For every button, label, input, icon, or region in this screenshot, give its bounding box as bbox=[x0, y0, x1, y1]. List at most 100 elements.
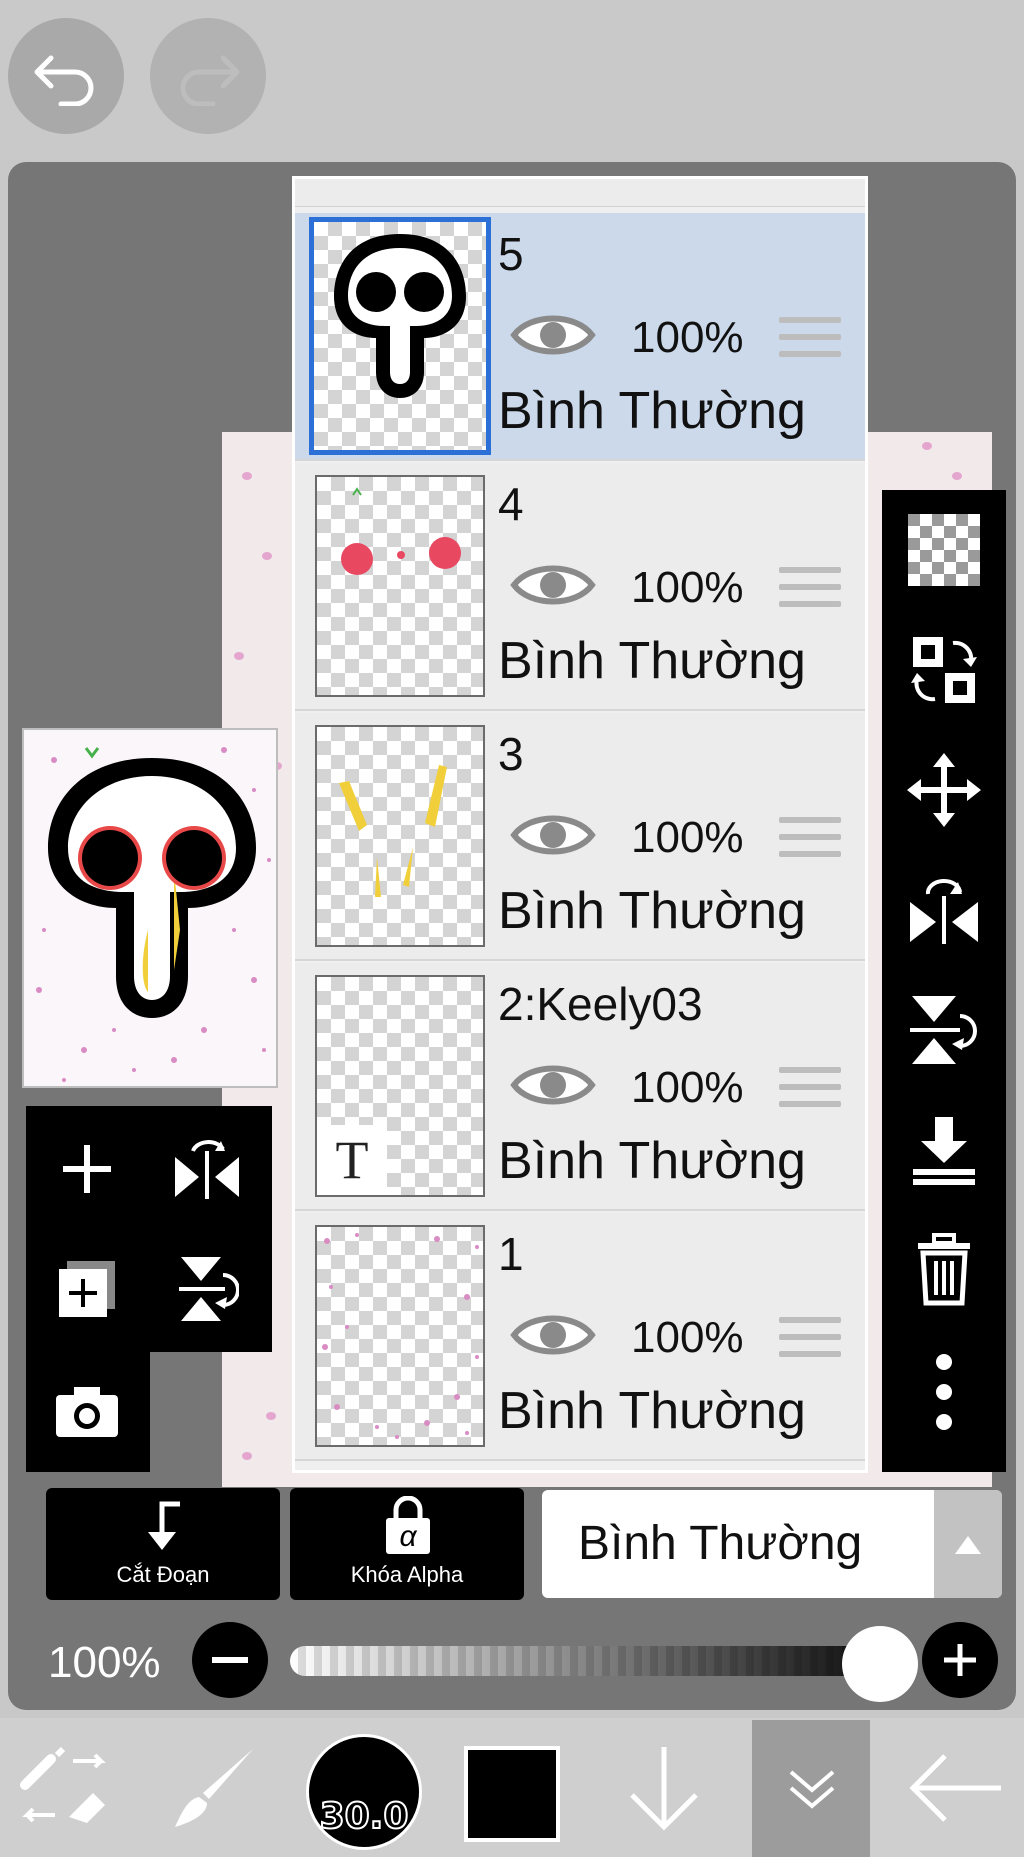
visibility-eye-icon[interactable] bbox=[510, 307, 596, 363]
transparency-checker-icon bbox=[908, 514, 980, 586]
flip-horizontal-icon bbox=[910, 879, 978, 944]
layer-down-button[interactable] bbox=[614, 1726, 714, 1850]
layer-thumbnail[interactable] bbox=[315, 1225, 485, 1447]
layer-thumbnail[interactable] bbox=[315, 725, 485, 947]
alpha-glyph: α bbox=[399, 1520, 417, 1553]
layer-opacity: 100% bbox=[631, 563, 744, 612]
minus-icon bbox=[212, 1657, 248, 1663]
flip-layer-horizontal-button[interactable] bbox=[152, 1114, 262, 1224]
layer-blend-mode: Bình Thường bbox=[498, 882, 806, 940]
layer-opacity: 100% bbox=[631, 313, 744, 362]
layer-list-peek bbox=[295, 179, 865, 207]
blend-mode-value: Bình Thường bbox=[578, 1517, 863, 1570]
opacity-slider-knob[interactable] bbox=[842, 1626, 918, 1702]
left-toolbar bbox=[26, 1106, 272, 1472]
tool-swap-button[interactable] bbox=[14, 1726, 114, 1850]
blend-mode-select[interactable]: Bình Thường bbox=[542, 1490, 1002, 1598]
flip-layer-vertical-button[interactable] bbox=[152, 1234, 262, 1344]
preview-drawing bbox=[36, 747, 271, 1082]
flip-horizontal-button[interactable] bbox=[894, 860, 994, 960]
layer-name: 2:Keely03 bbox=[498, 978, 703, 1030]
opacity-decrease-button[interactable] bbox=[192, 1622, 268, 1698]
canvas-preview[interactable] bbox=[22, 728, 278, 1088]
camera-button[interactable] bbox=[32, 1356, 142, 1466]
brush-icon bbox=[175, 1749, 253, 1827]
collapse-panel-button[interactable] bbox=[762, 1726, 862, 1850]
layer-name: 1 bbox=[498, 1228, 524, 1280]
layer-blend-mode: Bình Thường bbox=[498, 632, 806, 690]
undo-button[interactable] bbox=[8, 18, 124, 134]
layer-opacity: 100% bbox=[631, 813, 744, 862]
layer-opacity: 100% bbox=[631, 1313, 744, 1362]
color-swatch[interactable] bbox=[464, 1746, 560, 1842]
plus-icon bbox=[944, 1644, 976, 1676]
chevrons-down-icon bbox=[789, 1770, 835, 1809]
brush-tool-button[interactable] bbox=[164, 1726, 264, 1850]
drag-handle-icon[interactable] bbox=[779, 1067, 841, 1113]
camera-icon bbox=[56, 1387, 118, 1437]
layer-blend-mode: Bình Thường bbox=[498, 382, 806, 440]
redo-icon bbox=[180, 55, 240, 106]
dropdown-arrow-icon[interactable] bbox=[934, 1490, 1002, 1598]
brush-size-value: 30.0 bbox=[319, 1795, 410, 1838]
move-icon bbox=[907, 753, 981, 827]
layer-blend-mode: Bình Thường bbox=[498, 1132, 806, 1190]
layer-row[interactable]: 1 100% Bình Thường bbox=[295, 1213, 865, 1461]
merge-down-icon bbox=[913, 1117, 975, 1185]
clipping-button[interactable]: Cắt Đoạn bbox=[46, 1488, 280, 1600]
clipping-label: Cắt Đoạn bbox=[116, 1562, 210, 1587]
eraser-swap-icon bbox=[20, 1746, 106, 1823]
layer-row[interactable]: 4 100% Bình Thường bbox=[295, 463, 865, 711]
layer-name: 4 bbox=[498, 478, 524, 530]
swap-layer-icon bbox=[911, 637, 977, 703]
merge-down-button[interactable] bbox=[894, 1100, 994, 1200]
flip-vertical-icon bbox=[179, 1257, 239, 1321]
layer-name: 5 bbox=[498, 228, 524, 280]
layer-row[interactable]: T 2:Keely03 100% Bình Thường bbox=[295, 963, 865, 1211]
back-arrow-icon bbox=[909, 1754, 1001, 1822]
flip-vertical-icon bbox=[910, 996, 977, 1064]
right-toolbar bbox=[882, 490, 1006, 1472]
add-layer-copy-icon bbox=[59, 1261, 115, 1317]
brush-size-indicator[interactable]: 30.0 bbox=[306, 1734, 422, 1850]
clipping-arrow-icon bbox=[148, 1501, 180, 1550]
layer-row[interactable]: 5 100% Bình Thường bbox=[295, 213, 865, 461]
drag-handle-icon[interactable] bbox=[779, 1317, 841, 1363]
visibility-eye-icon[interactable] bbox=[510, 807, 596, 863]
layer-thumbnail[interactable] bbox=[309, 217, 491, 455]
layer-row[interactable]: 3 100% Bình Thường bbox=[295, 713, 865, 961]
layer-blend-mode: Bình Thường bbox=[498, 1382, 806, 1440]
flip-vertical-button[interactable] bbox=[894, 980, 994, 1080]
trash-icon bbox=[918, 1233, 970, 1306]
opacity-increase-button[interactable] bbox=[922, 1622, 998, 1698]
add-layer-button[interactable] bbox=[32, 1114, 142, 1224]
text-layer-icon: T bbox=[317, 1125, 387, 1195]
layer-name: 3 bbox=[498, 728, 524, 780]
delete-layer-button[interactable] bbox=[894, 1220, 994, 1320]
drag-handle-icon[interactable] bbox=[779, 317, 841, 363]
opacity-slider[interactable] bbox=[290, 1646, 910, 1676]
swap-layer-button[interactable] bbox=[894, 620, 994, 720]
layer-thumbnail[interactable]: T bbox=[315, 975, 485, 1197]
visibility-eye-icon[interactable] bbox=[510, 1057, 596, 1113]
back-button[interactable] bbox=[900, 1726, 1010, 1850]
drag-handle-icon[interactable] bbox=[779, 567, 841, 613]
add-layer-icon bbox=[63, 1145, 111, 1193]
alpha-lock-label: Khóa Alpha bbox=[350, 1562, 464, 1587]
layer-thumbnail[interactable] bbox=[315, 475, 485, 697]
more-options-button[interactable] bbox=[894, 1342, 994, 1442]
layer-list[interactable]: 5 100% Bình Thường 4 100% Bình Thường 3 … bbox=[292, 176, 868, 1473]
alpha-lock-button[interactable]: α Khóa Alpha bbox=[290, 1488, 524, 1600]
move-button[interactable] bbox=[894, 740, 994, 840]
opacity-value: 100% bbox=[48, 1638, 161, 1687]
add-layer-copy-button[interactable] bbox=[32, 1234, 142, 1344]
arrow-down-icon bbox=[630, 1747, 698, 1831]
undo-icon bbox=[34, 55, 94, 106]
drag-handle-icon[interactable] bbox=[779, 817, 841, 863]
flip-horizontal-icon bbox=[175, 1140, 239, 1199]
more-icon bbox=[936, 1354, 952, 1430]
transparency-button[interactable] bbox=[894, 500, 994, 600]
visibility-eye-icon[interactable] bbox=[510, 1307, 596, 1363]
redo-button[interactable] bbox=[150, 18, 266, 134]
visibility-eye-icon[interactable] bbox=[510, 557, 596, 613]
